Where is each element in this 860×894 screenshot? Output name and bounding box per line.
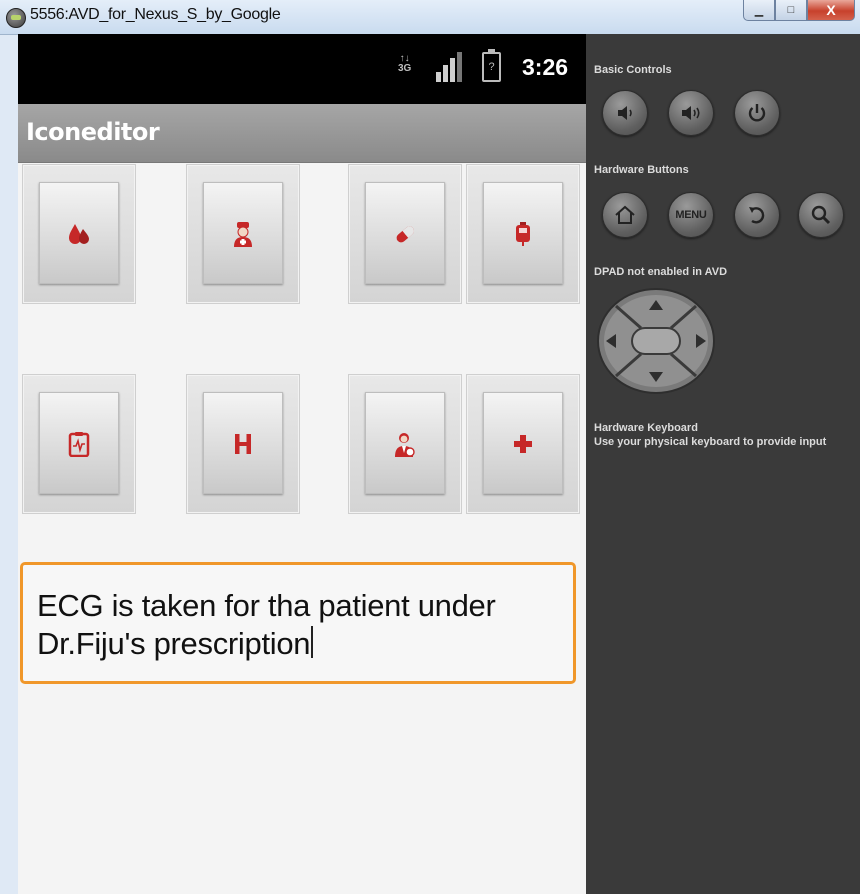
basic-controls-label: Basic Controls — [594, 64, 672, 76]
device-screen: ↑↓ 3G ? 3:26 Iconeditor ECG is taken for… — [18, 34, 586, 894]
icon-tile — [483, 182, 563, 284]
ecg-clipboard-icon — [68, 432, 90, 457]
maximize-icon: □ — [787, 4, 795, 16]
icon-tile — [483, 392, 563, 494]
search-button[interactable] — [798, 192, 844, 238]
volume-down-icon — [618, 106, 632, 120]
icon-button-nurse[interactable] — [186, 164, 300, 304]
icon-button-first-aid[interactable] — [466, 374, 580, 514]
icon-button-ecg[interactable] — [22, 374, 136, 514]
pills-icon — [396, 226, 415, 243]
icon-tile — [39, 392, 119, 494]
hospital-h-icon — [235, 434, 251, 454]
back-button[interactable] — [734, 192, 780, 238]
close-icon: X — [826, 2, 836, 18]
icon-button-hospital[interactable] — [186, 374, 300, 514]
icon-tile — [203, 392, 283, 494]
app-title-bar: Iconeditor — [18, 104, 586, 163]
network-3g-icon: ↑↓ 3G — [398, 53, 412, 74]
icon-tile — [365, 392, 445, 494]
close-button[interactable]: X — [807, 0, 855, 21]
back-icon — [749, 207, 765, 224]
emulator-app-icon — [6, 8, 26, 28]
doctor-icon — [395, 433, 415, 457]
volume-up-icon — [682, 106, 700, 120]
minimize-icon: ▁ — [754, 4, 764, 17]
power-icon — [748, 104, 766, 122]
hardware-keyboard-hint: Use your physical keyboard to provide in… — [594, 436, 827, 448]
hardware-buttons-label: Hardware Buttons — [594, 164, 689, 176]
icon-button-blood-bag[interactable] — [466, 164, 580, 304]
minimize-button[interactable]: ▁ — [743, 0, 775, 21]
maximize-button[interactable]: □ — [775, 0, 807, 21]
app-title: Iconeditor — [26, 118, 160, 146]
volume-up-button[interactable] — [668, 90, 714, 136]
icon-tile — [365, 182, 445, 284]
nurse-icon — [234, 222, 252, 247]
text-caret — [311, 626, 314, 658]
battery-icon: ? — [482, 49, 501, 82]
menu-button[interactable]: MENU — [668, 192, 714, 238]
icon-tile — [203, 182, 283, 284]
hardware-keyboard-title: Hardware Keyboard — [594, 422, 698, 434]
window-title: 5556:AVD_for_Nexus_S_by_Google — [30, 6, 281, 23]
blood-drop-icon — [69, 224, 89, 244]
window-buttons: ▁ □ X — [743, 0, 855, 22]
red-cross-icon — [514, 435, 532, 453]
note-text-value: ECG is taken for tha patient under Dr.Fij… — [37, 588, 496, 661]
dpad-status-label: DPAD not enabled in AVD — [594, 266, 728, 278]
menu-label: MENU — [675, 209, 707, 221]
icon-tile — [39, 182, 119, 284]
status-time: 3:26 — [522, 54, 569, 80]
signal-strength-icon — [436, 52, 462, 82]
icon-button-doctor[interactable] — [348, 374, 462, 514]
dpad-control[interactable] — [596, 286, 716, 396]
status-bar: ↑↓ 3G ? 3:26 — [18, 34, 586, 104]
blood-bag-icon — [516, 222, 530, 246]
home-button[interactable] — [602, 192, 648, 238]
power-button[interactable] — [734, 90, 780, 136]
icon-button-pills[interactable] — [348, 164, 462, 304]
volume-down-button[interactable] — [602, 90, 648, 136]
note-text-input[interactable]: ECG is taken for tha patient under Dr.Fij… — [20, 562, 576, 684]
home-icon — [615, 205, 635, 224]
window-title-bar: 5556:AVD_for_Nexus_S_by_Google ▁ □ X — [0, 0, 860, 35]
icon-button-blood-drop[interactable] — [22, 164, 136, 304]
search-icon — [811, 205, 831, 225]
emulator-frame: ↑↓ 3G ? 3:26 Iconeditor ECG is taken for… — [18, 34, 860, 894]
